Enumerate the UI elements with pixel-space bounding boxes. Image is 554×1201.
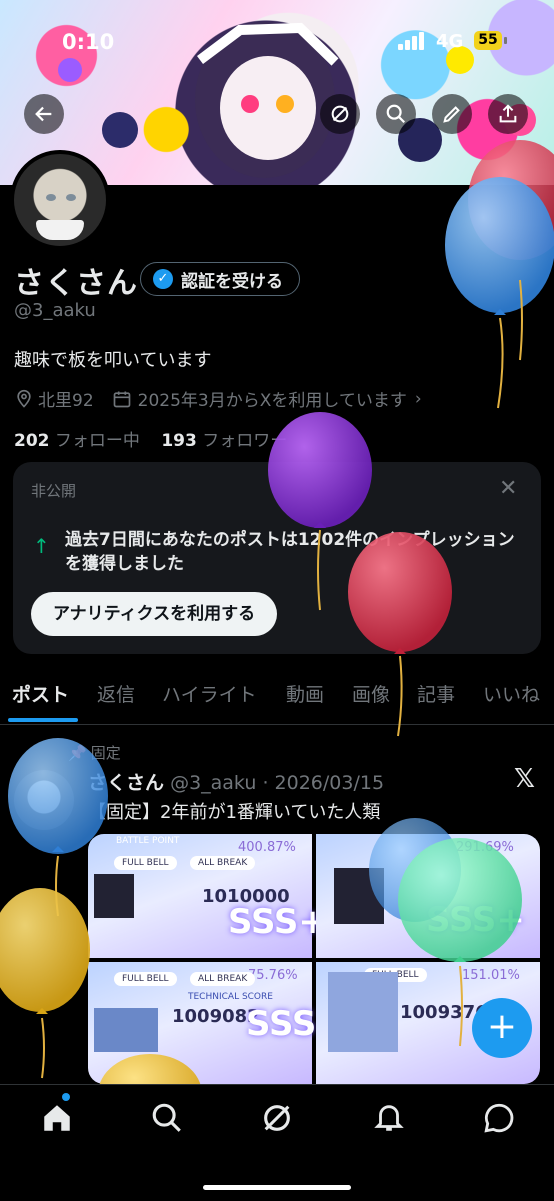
analytics-message: 過去7日間にあなたのポストは1202件のインプレッションを獲得しました [65, 530, 515, 574]
plus-icon: + [486, 1006, 518, 1047]
followers-link[interactable]: 193 フォロワー [161, 431, 287, 451]
search-button[interactable] [376, 94, 416, 134]
post-avatar[interactable] [14, 770, 74, 830]
edit-button[interactable] [432, 94, 472, 134]
close-icon[interactable]: ✕ [499, 476, 517, 501]
notification-dot [62, 1093, 70, 1101]
post-image[interactable]: 291.69% SSS+ [316, 834, 540, 958]
post-image-grid[interactable]: BATTLE POINT 400.87% FULL BELL ALL BREAK… [88, 834, 540, 1084]
active-tab-indicator [8, 718, 78, 722]
profile-tabs: ポスト 返信 ハイライト 動画 画像 記事 いいね [0, 668, 554, 725]
verified-badge-icon: ✓ [153, 269, 173, 289]
tab-posts[interactable]: ポスト [12, 680, 69, 707]
verify-button[interactable]: ✓ 認証を受ける [140, 262, 300, 296]
calendar-icon [113, 391, 130, 407]
post-header: さくさん @3_aaku · 2026/03/15 [88, 772, 385, 794]
status-time: 0:10 [62, 30, 115, 54]
follow-stats: 202 フォロー中 193 フォロワー [14, 426, 287, 451]
post-text: 【固定】2年前が1番輝いていた人類 [88, 802, 381, 823]
post-image[interactable]: 75.76% FULL BELL ALL BREAK TECHNICAL SCO… [88, 962, 345, 1084]
tab-replies[interactable]: 返信 [97, 680, 135, 707]
pen-icon [443, 106, 460, 123]
verify-label: 認証を受ける [181, 271, 283, 292]
location-icon [17, 389, 31, 408]
profile-meta: 北里92 2025年3月からXを利用しています › [14, 386, 426, 411]
post-handle: @3_aaku [170, 772, 257, 794]
profile-location: 北里92 [38, 391, 94, 411]
profile-avatar[interactable] [10, 150, 110, 250]
tab-images[interactable]: 画像 [352, 680, 390, 707]
analytics-card: 非公開 ✕ ↑ 過去7日間にあなたのポストは1202件のインプレッションを獲得し… [13, 462, 541, 654]
share-icon [499, 104, 517, 123]
following-link[interactable]: 202 フォロー中 [14, 431, 140, 451]
grok-button[interactable] [320, 94, 360, 134]
pinned-label: 📌 固定 [68, 744, 121, 762]
share-button[interactable] [488, 94, 528, 134]
battery-icon: 55 [474, 31, 502, 50]
compose-fab-button[interactable]: + [472, 998, 532, 1058]
chevron-right-icon: › [414, 388, 422, 409]
home-indicator [203, 1185, 351, 1190]
profile-bio: 趣味で板を叩いています [14, 350, 212, 371]
arrow-left-icon [35, 106, 52, 122]
arrow-up-icon: ↑ [33, 534, 50, 558]
post-author[interactable]: さくさん [88, 772, 164, 794]
balloon [0, 888, 90, 1012]
tab-likes[interactable]: いいね [483, 680, 540, 707]
grok-icon [331, 105, 349, 123]
profile-joined[interactable]: 2025年3月からXを利用しています [138, 386, 407, 411]
x-logo-icon: 𝕏 [514, 764, 535, 794]
post-date: 2026/03/15 [274, 772, 385, 794]
grok-icon[interactable] [260, 1101, 294, 1135]
profile-name: さくさん [14, 266, 138, 301]
analytics-button[interactable]: アナリティクスを利用する [31, 592, 278, 636]
search-icon [386, 104, 406, 124]
bell-icon[interactable] [372, 1101, 406, 1135]
home-icon[interactable] [40, 1101, 74, 1135]
search-icon[interactable] [150, 1101, 184, 1135]
network-type: 4G [436, 31, 464, 52]
profile-handle: @3_aaku [14, 300, 96, 321]
message-icon[interactable] [482, 1101, 516, 1135]
status-bar: 0:10 4G 55 [0, 26, 554, 58]
balloon [445, 177, 554, 313]
private-label: 非公開 [31, 482, 77, 500]
tab-articles[interactable]: 記事 [417, 680, 455, 707]
bottom-navigation [0, 1084, 554, 1201]
signal-icon [398, 32, 428, 50]
back-button[interactable] [24, 94, 64, 134]
post-image[interactable]: BATTLE POINT 400.87% FULL BELL ALL BREAK… [88, 834, 327, 958]
tab-videos[interactable]: 動画 [286, 680, 324, 707]
pin-icon: 📌 [68, 744, 87, 762]
tab-highlights[interactable]: ハイライト [162, 680, 257, 707]
